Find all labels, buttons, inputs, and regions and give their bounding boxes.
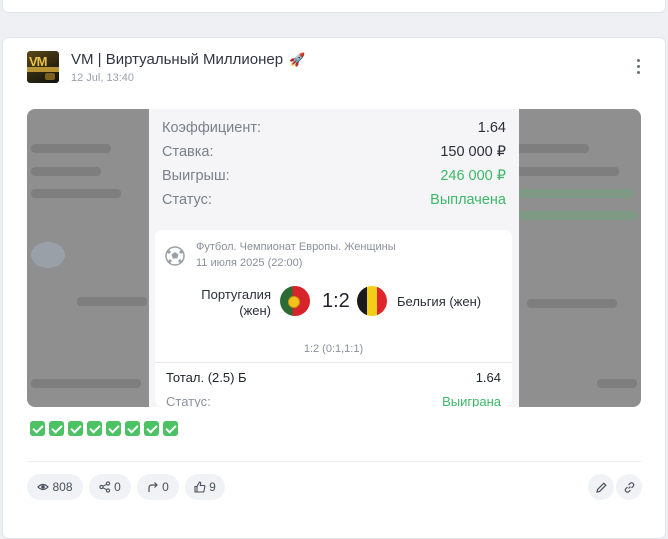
receipt-row-coefficient: Коэффициент: 1.64 bbox=[162, 120, 506, 140]
match-date: 11 июля 2025 (22:00) bbox=[196, 257, 303, 269]
check-icon bbox=[144, 421, 159, 436]
link-icon bbox=[624, 481, 634, 493]
receipt-label: Коэффициент: bbox=[162, 120, 262, 136]
receipt-value: Выплачена bbox=[430, 192, 506, 208]
more-options-icon[interactable] bbox=[629, 56, 647, 76]
checkmark-row bbox=[30, 421, 178, 436]
portugal-flag-icon bbox=[280, 286, 310, 316]
event-card: Футбол. Чемпионат Европы. Женщины 11 июл… bbox=[155, 230, 512, 407]
check-icon bbox=[106, 421, 121, 436]
check-icon bbox=[87, 421, 102, 436]
receipt-label: Выигрыш: bbox=[162, 168, 230, 184]
blurred-text bbox=[77, 297, 147, 306]
likes-button[interactable]: 9 bbox=[185, 474, 225, 500]
share-icon bbox=[99, 481, 111, 493]
receipt-row-status: Статус: Выплачена bbox=[162, 192, 506, 212]
forward-icon bbox=[148, 482, 159, 492]
receipt-value: 246 000 ₽ bbox=[440, 168, 506, 184]
blurred-text bbox=[509, 189, 634, 198]
previous-post-card bbox=[2, 0, 666, 13]
divider bbox=[155, 362, 512, 363]
receipt-value: 150 000 ₽ bbox=[440, 144, 506, 160]
bet-receipt: Коэффициент: 1.64 Ставка: 150 000 ₽ Выиг… bbox=[149, 109, 519, 407]
check-icon bbox=[125, 421, 140, 436]
rocket-emoji: 🚀 bbox=[289, 52, 306, 67]
blurred-icon bbox=[31, 242, 65, 268]
copy-link-button[interactable] bbox=[616, 474, 642, 500]
bet-status-label: Статус: bbox=[166, 394, 211, 407]
receipt-value: 1.64 bbox=[477, 120, 506, 136]
bet-status-value: Выиграна bbox=[442, 394, 501, 407]
shares-button[interactable]: 0 bbox=[89, 474, 131, 500]
footer-divider bbox=[27, 461, 641, 462]
receipt-label: Ставка: bbox=[162, 144, 214, 160]
bet-market: Тотал. (2.5) Б bbox=[166, 370, 247, 385]
receipt-row-stake: Ставка: 150 000 ₽ bbox=[162, 144, 506, 164]
blurred-text bbox=[31, 189, 121, 198]
views-button[interactable]: 808 bbox=[27, 474, 83, 500]
blurred-text bbox=[31, 167, 101, 176]
channel-name-text: VM | Виртуальный Миллионер bbox=[71, 51, 284, 68]
check-icon bbox=[30, 421, 45, 436]
post-card: VM VM | Виртуальный Миллионер 🚀 12 Jul, … bbox=[2, 37, 666, 539]
home-team: Португалия (жен) bbox=[201, 287, 271, 318]
football-icon bbox=[165, 246, 185, 266]
blurred-text bbox=[527, 299, 617, 308]
blurred-text bbox=[31, 379, 141, 388]
blurred-text bbox=[597, 379, 637, 388]
half-scores: 1:2 (0:1,1:1) bbox=[303, 343, 364, 355]
check-icon bbox=[68, 421, 83, 436]
views-count: 808 bbox=[52, 480, 73, 494]
forwards-button[interactable]: 0 bbox=[137, 474, 179, 500]
edit-button[interactable] bbox=[588, 474, 614, 500]
channel-avatar[interactable]: VM bbox=[27, 51, 59, 83]
check-icon bbox=[49, 421, 64, 436]
channel-name[interactable]: VM | Виртуальный Миллионер 🚀 bbox=[71, 51, 305, 68]
check-icon bbox=[163, 421, 178, 436]
receipt-label: Статус: bbox=[162, 192, 212, 208]
thumbs-up-icon bbox=[194, 481, 206, 493]
blurred-text bbox=[507, 211, 637, 220]
receipt-row-winnings: Выигрыш: 246 000 ₽ bbox=[162, 168, 506, 188]
likes-count: 9 bbox=[209, 480, 216, 494]
league-name: Футбол. Чемпионат Европы. Женщины bbox=[196, 241, 396, 253]
bet-coefficient: 1.64 bbox=[475, 370, 501, 385]
post-image[interactable]: Коэффициент: 1.64 Ставка: 150 000 ₽ Выиг… bbox=[27, 109, 641, 407]
blurred-text bbox=[31, 144, 111, 153]
match-score: 1:2 bbox=[322, 290, 350, 312]
pencil-icon bbox=[595, 481, 607, 493]
post-timestamp: 12 Jul, 13:40 bbox=[71, 72, 134, 84]
away-team: Бельгия (жен) bbox=[397, 294, 482, 309]
belgium-flag-icon bbox=[357, 286, 387, 316]
shares-count: 0 bbox=[114, 480, 121, 494]
forwards-count: 0 bbox=[162, 480, 169, 494]
eye-icon bbox=[37, 483, 50, 491]
